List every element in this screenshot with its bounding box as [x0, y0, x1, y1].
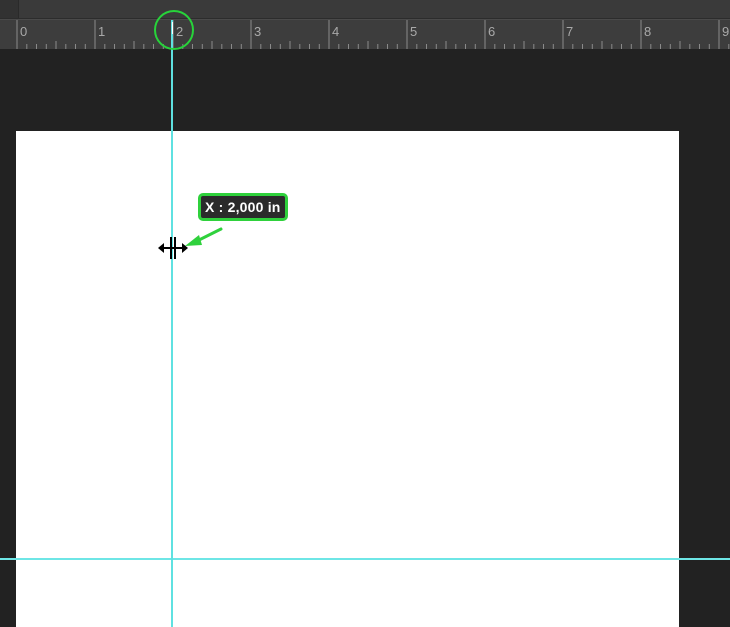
ruler-origin-corner[interactable] [0, 0, 19, 18]
ruler-ticks [16, 20, 730, 49]
ruler-label-7: 7 [566, 24, 574, 39]
position-tooltip: X : 2,000 in [198, 193, 288, 221]
vertical-guide[interactable] [171, 20, 173, 627]
ruler-label-5: 5 [410, 24, 418, 39]
move-horizontal-cursor-icon [158, 237, 188, 259]
ruler-label-3: 3 [254, 24, 262, 39]
ruler-label-0: 0 [20, 24, 28, 39]
ruler-label-9: 9 [722, 24, 730, 39]
ruler-label-8: 8 [644, 24, 652, 39]
ruler-label-4: 4 [332, 24, 340, 39]
horizontal-guide[interactable] [0, 558, 730, 560]
tooltip-text: X : 2,000 in [205, 199, 281, 215]
top-toolbar-strip [0, 0, 730, 19]
horizontal-ruler[interactable]: 0 1 2 3 4 5 6 7 8 9 [0, 19, 730, 50]
ruler-highlight-circle [154, 10, 194, 50]
ruler-label-1: 1 [98, 24, 106, 39]
document-canvas[interactable] [16, 131, 679, 627]
annotation-arrow-icon [185, 227, 223, 246]
ruler-label-6: 6 [488, 24, 496, 39]
